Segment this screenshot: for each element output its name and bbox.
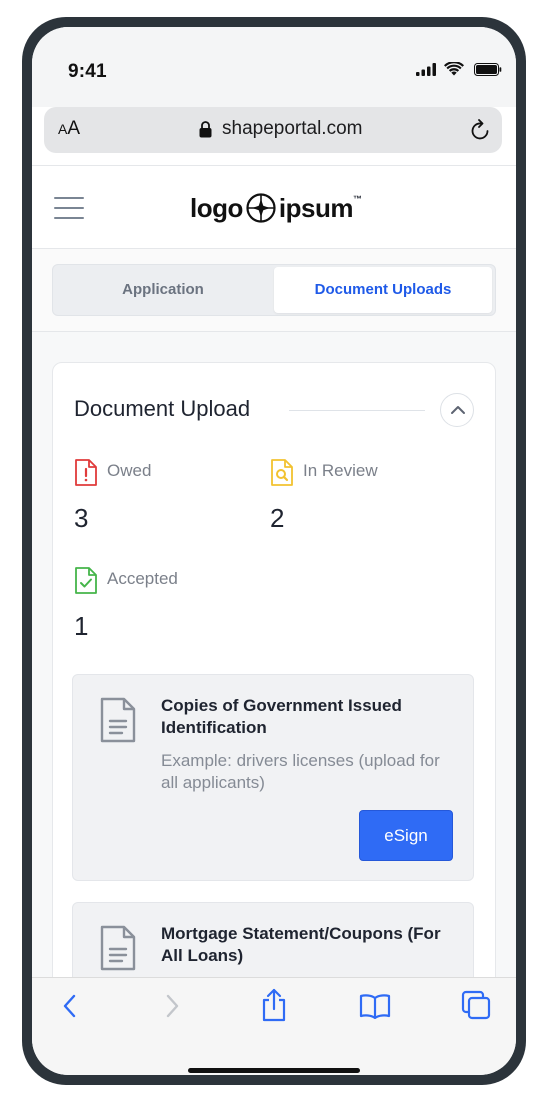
home-indicator — [188, 1068, 360, 1073]
phone-frame: 9:41 AA shapeportal.com logo ipsum ™ App… — [22, 17, 526, 1085]
cellular-signal-icon — [416, 63, 436, 76]
tab-document-uploads[interactable]: Document Uploads — [274, 267, 492, 313]
document-item-title: Mortgage Statement/Coupons (For All Loan… — [161, 924, 441, 965]
site-header: logo ipsum ™ — [32, 166, 516, 248]
lock-icon — [199, 121, 212, 138]
document-icon — [100, 925, 136, 971]
chevron-up-icon — [451, 406, 465, 414]
chevron-right-icon[interactable] — [162, 992, 182, 1020]
menu-icon[interactable] — [54, 197, 84, 219]
status-bar: 9:41 AA shapeportal.com — [32, 27, 516, 153]
tabs-area: Application Document Uploads — [32, 249, 516, 331]
collapse-button[interactable] — [440, 393, 474, 427]
document-item: Copies of Government Issued Identificati… — [72, 674, 474, 881]
logo-text-right: ipsum — [278, 192, 354, 223]
tabs-icon[interactable] — [461, 990, 491, 1020]
chevron-left-icon[interactable] — [60, 992, 80, 1020]
text-size-button[interactable]: AA — [58, 118, 80, 140]
stat-in-review-count: 2 — [270, 503, 285, 533]
bookmarks-icon[interactable] — [359, 993, 391, 1019]
logo-trademark: ™ — [352, 194, 362, 204]
reload-icon[interactable] — [470, 118, 492, 142]
status-time: 9:41 — [68, 61, 107, 82]
battery-icon — [474, 63, 502, 76]
segmented-tabs: Application Document Uploads — [52, 264, 496, 316]
browser-toolbar — [32, 977, 516, 1075]
url-text: shapeportal.com — [222, 118, 363, 139]
stat-accepted-label: Accepted — [107, 569, 178, 588]
document-item-title: Copies of Government Issued Identificati… — [161, 696, 402, 737]
document-alert-icon — [75, 459, 97, 486]
document-item-description: Example: drivers licenses (upload for al… — [161, 751, 440, 792]
tab-application[interactable]: Application — [53, 265, 273, 315]
esign-button[interactable]: eSign — [359, 810, 453, 861]
card-title: Document Upload — [74, 396, 251, 421]
main-content: Document Upload Owed 3 In Review 2 Accep… — [32, 332, 516, 1062]
logo[interactable]: logo ipsum ™ — [190, 191, 362, 225]
document-icon — [100, 697, 136, 743]
stat-owed-count: 3 — [74, 503, 89, 533]
logo-text-left: logo — [190, 192, 243, 223]
logo-globe-icon — [246, 193, 276, 223]
stat-in-review-label: In Review — [303, 461, 378, 480]
title-divider — [289, 410, 425, 411]
document-upload-card: Document Upload Owed 3 In Review 2 Accep… — [52, 362, 496, 1062]
wifi-icon — [444, 62, 464, 76]
share-icon[interactable] — [260, 988, 288, 1022]
address-bar[interactable]: AA shapeportal.com — [44, 107, 502, 153]
stat-accepted-count: 1 — [74, 611, 89, 641]
stat-owed-label: Owed — [107, 461, 152, 480]
document-check-icon — [75, 567, 97, 594]
document-search-icon — [271, 459, 293, 486]
screen: 9:41 AA shapeportal.com logo ipsum ™ App… — [32, 27, 516, 1075]
